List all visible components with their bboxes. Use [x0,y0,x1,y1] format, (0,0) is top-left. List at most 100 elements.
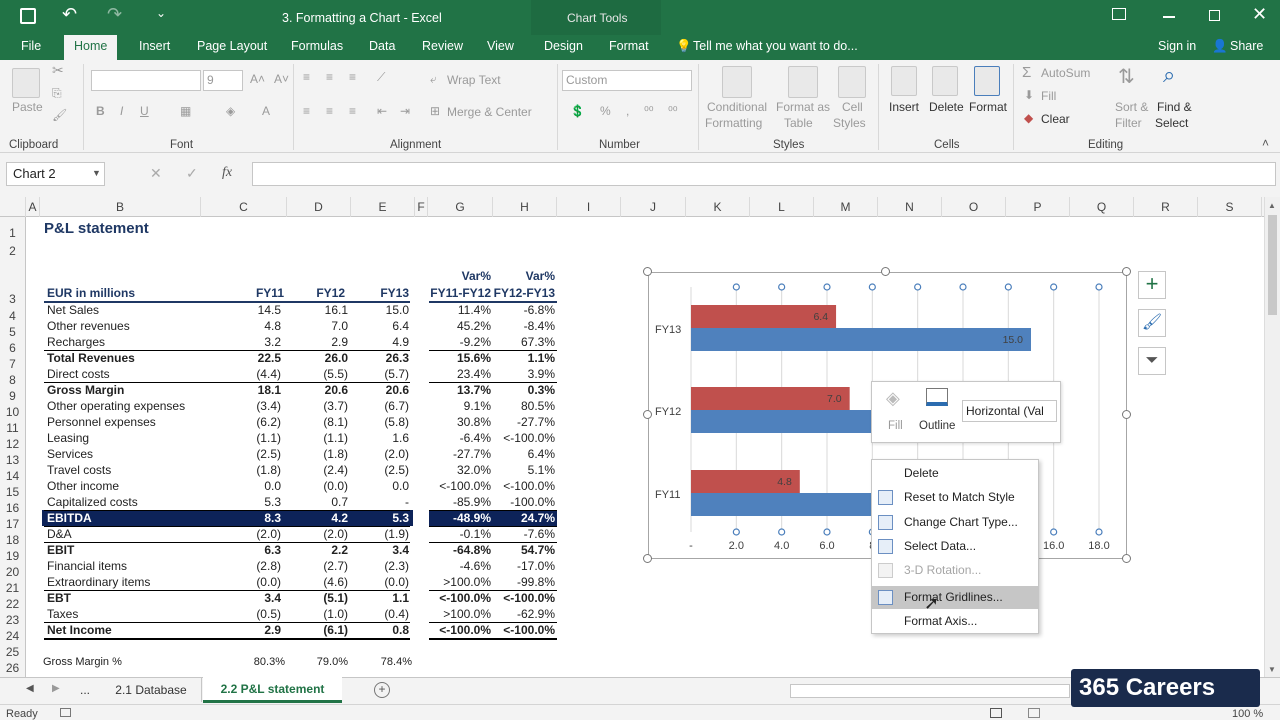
row-header-20[interactable]: 20 [0,565,25,579]
format-as-table-label-1[interactable]: Format as [776,100,830,114]
row-header-12[interactable]: 12 [0,437,25,451]
delete-cells-icon[interactable] [932,66,958,96]
sheet-tab-pl-statement[interactable]: 2.2 P&L statement [203,677,342,703]
column-header-c[interactable]: C [201,197,287,217]
row-header-1[interactable]: 1 [0,226,25,240]
resize-handle-nw[interactable] [643,267,652,276]
column-header-i[interactable]: I [557,197,621,217]
increase-decimal-icon[interactable]: ⁰⁰ [644,104,654,118]
insert-cells-button[interactable]: Insert [889,100,919,114]
redo-icon[interactable]: ↷ [107,4,122,25]
close-icon[interactable]: ✕ [1252,4,1267,25]
row-header-24[interactable]: 24 [0,629,25,643]
row-header-19[interactable]: 19 [0,549,25,563]
sort-filter-label-2[interactable]: Filter [1115,116,1142,130]
autosum-button[interactable]: AutoSum [1041,66,1090,80]
insert-cells-icon[interactable] [891,66,917,96]
align-middle-icon[interactable]: ≡ [326,70,333,84]
find-select-icon[interactable]: ⌕ [1163,62,1175,88]
zoom-level[interactable]: 100 % [1232,708,1263,720]
row-header-26[interactable]: 26 [0,661,25,675]
align-bottom-icon[interactable]: ≡ [349,70,356,84]
decrease-indent-icon[interactable]: ⇤ [377,104,387,118]
column-header-o[interactable]: O [942,197,1006,217]
ribbon-display-icon[interactable] [1112,8,1126,20]
normal-view-icon[interactable] [990,708,1002,718]
chart-element-selector[interactable]: Horizontal (Val [962,400,1057,422]
fill-bucket-icon[interactable]: ◈ [886,388,900,409]
row-header-4[interactable]: 4 [0,309,25,323]
tab-page-layout[interactable]: Page Layout [197,35,267,60]
clear-button[interactable]: Clear [1041,112,1070,126]
tab-view[interactable]: View [487,35,514,60]
align-top-icon[interactable]: ≡ [303,70,310,84]
borders-icon[interactable]: ▦ [180,104,191,118]
next-sheet-icon[interactable]: ▶ [52,683,60,694]
format-as-table-label-2[interactable]: Table [784,116,813,130]
align-right-icon[interactable]: ≡ [349,104,356,118]
tab-format[interactable]: Format [609,35,649,60]
fill-button[interactable]: Fill [1041,89,1056,103]
name-box[interactable]: Chart 2 [6,162,105,186]
column-header-n[interactable]: N [878,197,942,217]
find-select-label-1[interactable]: Find & [1157,100,1192,114]
resize-handle-e[interactable] [1122,410,1131,419]
row-header-18[interactable]: 18 [0,533,25,547]
resize-handle-w[interactable] [643,410,652,419]
cut-icon[interactable]: ✂ [52,62,64,79]
percent-style-icon[interactable]: % [600,104,611,118]
merge-center-button[interactable]: Merge & Center [447,105,532,119]
fill-icon[interactable]: ⬇ [1024,88,1034,102]
paste-label[interactable]: Paste [12,100,43,114]
decrease-font-icon[interactable]: A˅ [274,72,289,86]
sort-filter-icon[interactable]: ⇅ [1118,64,1135,89]
tab-data[interactable]: Data [369,35,395,60]
horizontal-scrollbar[interactable] [790,684,1070,698]
fill-color-icon[interactable]: ◈ [226,104,235,118]
bold-icon[interactable]: B [96,104,105,118]
resize-handle-ne[interactable] [1122,267,1131,276]
row-header-23[interactable]: 23 [0,613,25,627]
row-header-10[interactable]: 10 [0,405,25,419]
column-header-b[interactable]: B [40,197,201,217]
menu-item-change-chart-type[interactable]: Change Chart Type... [872,511,1038,534]
row-header-16[interactable]: 16 [0,501,25,515]
delete-cells-button[interactable]: Delete [929,100,964,114]
row-header-3[interactable]: 3 [0,292,25,306]
row-header-13[interactable]: 13 [0,453,25,467]
outline-label[interactable]: Outline [919,420,955,432]
menu-item-reset-to-match-style[interactable]: Reset to Match Style [872,486,1038,509]
column-header-l[interactable]: L [750,197,814,217]
tab-formulas[interactable]: Formulas [291,35,343,60]
outline-pen-icon[interactable] [926,388,948,406]
chart-filters-icon[interactable]: ⏷ [1138,347,1166,375]
row-header-6[interactable]: 6 [0,341,25,355]
format-cells-icon[interactable] [974,66,1000,96]
row-header-17[interactable]: 17 [0,517,25,531]
more-sheets-button[interactable]: ... [80,683,90,697]
column-header-g[interactable]: G [428,197,493,217]
row-header-15[interactable]: 15 [0,485,25,499]
menu-item-delete[interactable]: Delete [872,462,1038,485]
sheet-tab-database[interactable]: 2.1 Database [101,678,202,702]
align-left-icon[interactable]: ≡ [303,104,310,118]
column-header-j[interactable]: J [621,197,686,217]
share-icon[interactable]: 👤 [1212,35,1228,60]
row-header-7[interactable]: 7 [0,357,25,371]
undo-icon[interactable]: ↶ [62,4,77,25]
column-header-f[interactable]: F [415,197,428,217]
wrap-text-icon[interactable]: ⤶ [430,72,437,87]
row-header-8[interactable]: 8 [0,373,25,387]
column-header-k[interactable]: K [686,197,750,217]
paste-icon[interactable] [12,68,40,98]
prev-sheet-icon[interactable]: ◀ [26,683,34,694]
comma-style-icon[interactable]: , [626,104,629,118]
accounting-format-icon[interactable]: 💲 [570,104,585,118]
italic-icon[interactable]: I [120,104,123,118]
tab-home[interactable]: Home [64,35,118,60]
increase-indent-icon[interactable]: ⇥ [400,104,410,118]
autosum-icon[interactable]: Σ [1022,64,1031,81]
number-format-dropdown[interactable]: Custom [562,70,692,91]
column-header-d[interactable]: D [287,197,351,217]
column-header-h[interactable]: H [493,197,557,217]
